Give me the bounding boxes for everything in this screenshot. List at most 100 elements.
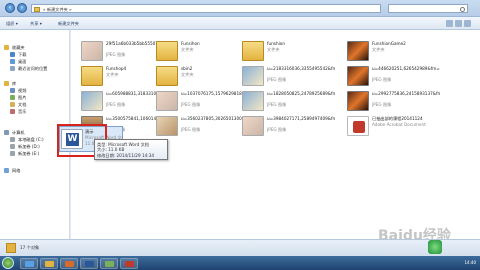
nav-item-desktop[interactable]: 桌面 xyxy=(10,58,26,65)
computer-icon xyxy=(4,129,9,135)
clock[interactable]: 14:40 xyxy=(464,260,476,265)
nav-item-music[interactable]: 音乐 xyxy=(10,108,26,115)
file-type: 文件夹 xyxy=(181,72,194,77)
file-item[interactable]: sbin2 文件夹 xyxy=(156,65,249,89)
taskbar-app-5[interactable] xyxy=(120,257,138,269)
file-name: 已抽出部的课程20141124 xyxy=(372,116,423,121)
tooltip-modified: 修改日期: 2014/11/29 14:34 xyxy=(97,152,155,158)
file-name: u=3560237805,3026501300&fm=23&gp=0[1] xyxy=(181,116,249,121)
share-button[interactable]: 共享 ▾ xyxy=(30,21,42,27)
view-options-icon[interactable] xyxy=(446,20,453,27)
nav-item-drive-c[interactable]: 本地磁盘 (C:) xyxy=(10,136,44,143)
file-type: JPEG 图像 xyxy=(181,127,201,132)
recent-icon xyxy=(10,65,15,71)
view-controls xyxy=(444,20,472,27)
image-thumbnail xyxy=(81,41,103,61)
file-list: 29f51a6b033b5bb555078ca235d163396700bc58… xyxy=(59,30,480,239)
file-type: JPEG 图像 xyxy=(181,102,201,107)
nav-item-documents[interactable]: 文档 xyxy=(10,101,26,108)
file-name: funshion xyxy=(267,41,285,46)
taskbar-app-explorer[interactable] xyxy=(40,257,58,269)
file-name: u=2992775836,2415893137&fm=23&gp=0[1] xyxy=(372,91,440,96)
file-item[interactable]: FunshionGame2 文件夹 xyxy=(347,40,440,64)
folder-icon xyxy=(45,260,54,267)
music-icon xyxy=(10,108,15,114)
file-item[interactable]: u=3984027171,2589497409&fm=23&gp=0[1] JP… xyxy=(242,115,335,139)
file-type: 文件夹 xyxy=(372,47,385,52)
file-item[interactable]: u=1828050825,2478925689&fm=23&gp=0[1] JP… xyxy=(242,90,335,114)
nav-item-network[interactable]: 网络 xyxy=(4,167,20,174)
taskbar-app-4[interactable] xyxy=(100,257,118,269)
help-icon[interactable] xyxy=(464,20,471,27)
breadcrumb[interactable]: » 新建文件夹 » xyxy=(43,7,72,13)
folder-icon xyxy=(81,66,103,86)
pdf-icon xyxy=(347,116,369,136)
forward-button[interactable]: › xyxy=(17,3,27,13)
word-icon xyxy=(85,260,94,267)
new-folder-button[interactable]: 新建文件夹 xyxy=(58,21,79,27)
search-input[interactable] xyxy=(388,4,468,13)
start-button[interactable] xyxy=(2,257,14,269)
nav-item-videos[interactable]: 视频 xyxy=(10,87,26,94)
taskbar: 14:40 xyxy=(0,256,480,270)
file-name: u=446620251,626542989&fm=23&gp=0[1] xyxy=(372,66,440,71)
nav-item-pictures[interactable]: 图片 xyxy=(10,94,26,101)
video-icon xyxy=(10,87,15,93)
folder-icon xyxy=(156,66,178,86)
system-tray: 14:40 xyxy=(464,258,476,268)
nav-item-recent[interactable]: 最近访问的位置 xyxy=(10,65,47,72)
nav-item-favorites[interactable]: 收藏夹 xyxy=(4,44,25,51)
drive-icon xyxy=(10,150,15,156)
file-name: Funsihon xyxy=(181,41,200,46)
file-name: FunshionGame2 xyxy=(372,41,406,46)
app-icon xyxy=(105,260,114,267)
image-thumbnail xyxy=(156,91,178,111)
file-name: sbin2 xyxy=(181,66,193,71)
browser-icon xyxy=(25,260,34,267)
file-item[interactable]: Funsihon 文件夹 xyxy=(156,40,249,64)
tray-app-icon[interactable] xyxy=(428,240,442,254)
star-icon xyxy=(4,44,9,50)
file-item[interactable]: 已抽出部的课程20141124 Adobe Acrobat Document xyxy=(347,115,440,139)
nav-item-drive-e[interactable]: 新加卷 (E:) xyxy=(10,150,39,157)
back-button[interactable]: ‹ xyxy=(5,3,15,13)
folder-icon xyxy=(156,41,178,61)
nav-item-drive-d[interactable]: 新加卷 (D:) xyxy=(10,143,40,150)
nav-item-downloads[interactable]: 下载 xyxy=(10,51,26,58)
file-type: Adobe Acrobat Document xyxy=(372,122,426,127)
folder-icon xyxy=(34,6,40,12)
file-item[interactable]: u=446620251,626542989&fm=23&gp=0[1] JPEG… xyxy=(347,65,440,89)
image-thumbnail xyxy=(242,91,264,111)
desktop-icon xyxy=(10,58,15,64)
file-item[interactable]: u=1037076175,1579629818&fm=23&gp=0[1] JP… xyxy=(156,90,249,114)
preview-pane-icon[interactable] xyxy=(455,20,462,27)
file-type: JPEG 图像 xyxy=(372,77,392,82)
folder-icon xyxy=(6,243,16,253)
file-type: JPEG 图像 xyxy=(267,127,287,132)
organize-button[interactable]: 组织 ▾ xyxy=(6,21,18,27)
file-item[interactable]: u=2183316036,3355495542&fm=23&gp=0[1] JP… xyxy=(242,65,335,89)
taskbar-app-word[interactable] xyxy=(80,257,98,269)
file-type: JPEG 图像 xyxy=(372,102,392,107)
file-name: u=2183316036,3355495542&fm=23&gp=0[1] xyxy=(267,66,335,71)
taskbar-app-media[interactable] xyxy=(60,257,78,269)
image-thumbnail xyxy=(156,116,178,136)
file-type: JPEG 图像 xyxy=(267,102,287,107)
taskbar-app-ie[interactable] xyxy=(20,257,38,269)
file-item[interactable]: u=2992775836,2415893137&fm=23&gp=0[1] JP… xyxy=(347,90,440,114)
image-thumbnail xyxy=(81,91,103,111)
address-bar[interactable]: » 新建文件夹 » xyxy=(31,4,381,13)
network-icon xyxy=(4,167,9,173)
file-type: JPEG 图像 xyxy=(267,77,287,82)
nav-item-computer[interactable]: 计算机 xyxy=(4,129,25,136)
folder-icon xyxy=(242,41,264,61)
document-icon xyxy=(10,101,15,107)
file-name: u=1828050825,2478925689&fm=23&gp=0[1] xyxy=(267,91,335,96)
file-info-tooltip: 类型: Microsoft Word 文档 大小: 11.0 KB 修改日期: … xyxy=(94,139,168,160)
nav-item-libraries[interactable]: 库 xyxy=(4,80,16,87)
file-item[interactable]: funshion 文件夹 xyxy=(242,40,335,64)
search-icon xyxy=(460,6,465,12)
command-bar: 组织 ▾ 共享 ▾ 新建文件夹 xyxy=(0,17,480,30)
file-item[interactable]: u=3560237805,3026501300&fm=23&gp=0[1] JP… xyxy=(156,115,249,139)
file-name: u=3984027171,2589497409&fm=23&gp=0[1] xyxy=(267,116,335,121)
